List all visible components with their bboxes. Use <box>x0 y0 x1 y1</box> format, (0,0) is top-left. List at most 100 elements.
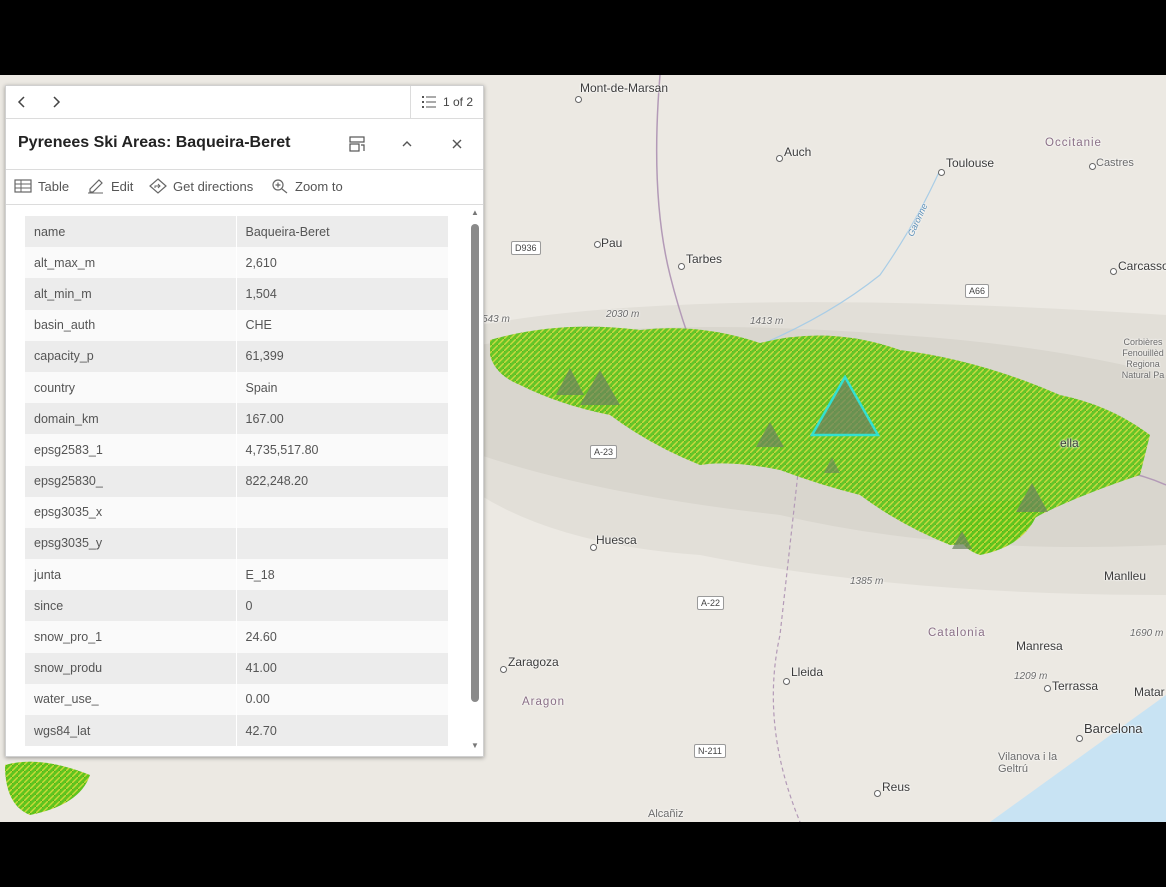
place-label: Zaragoza <box>508 655 559 669</box>
attribute-table-container: name Baqueira-Beret alt_max_m 2,610 alt_min_… <box>25 216 448 751</box>
attribute-row: alt_max_m 2,610 <box>25 247 448 279</box>
attribute-value: 42.70 <box>236 715 448 747</box>
table-icon <box>14 179 32 193</box>
get-directions-label: Get directions <box>173 178 254 194</box>
place-label: Vilanova i la Geltrú <box>998 751 1058 775</box>
close-icon <box>452 139 462 149</box>
edit-action-label: Edit <box>111 178 134 194</box>
attribute-key: water_use_ <box>25 683 237 715</box>
attribute-value: 2,610 <box>236 247 448 279</box>
attribute-row: capacity_p 61,399 <box>25 340 448 372</box>
feature-menu-button[interactable]: 1 of 2 <box>410 86 483 118</box>
city-dot <box>500 666 507 673</box>
attribute-key: snow_pro_1 <box>25 621 237 653</box>
zoom-to-action[interactable]: Zoom to <box>271 178 343 194</box>
region-label: Catalonia <box>928 627 986 639</box>
place-label: Manlleu <box>1104 569 1147 583</box>
popup-header: Pyrenees Ski Areas: Baqueira-Beret <box>6 119 483 170</box>
place-label: Castres <box>1096 157 1134 169</box>
scroll-down-arrow[interactable]: ▼ <box>470 741 480 750</box>
attribute-row: since 0 <box>25 590 448 622</box>
attribute-key: basin_auth <box>25 309 237 341</box>
city-dot <box>776 155 783 162</box>
attribute-key: junta <box>25 559 237 591</box>
road-shield: N-211 <box>694 744 726 758</box>
city-dot <box>1089 163 1096 170</box>
attribute-key: name <box>25 216 237 248</box>
attribute-key: wgs84_lat <box>25 715 237 747</box>
attribute-value: 24.60 <box>236 621 448 653</box>
attribute-key: epsg2583_1 <box>25 434 237 466</box>
road-shield: A-23 <box>590 445 618 459</box>
attribute-value: 0.00 <box>236 683 448 715</box>
popup-nav-bar: 1 of 2 <box>6 86 483 119</box>
city-dot <box>594 241 601 248</box>
attribute-value: 167.00 <box>236 403 448 435</box>
next-feature-button[interactable] <box>46 92 66 112</box>
feature-popup: 1 of 2 Pyrenees Ski Areas: Baqueira-Bere… <box>5 85 484 757</box>
road-shield: A66 <box>965 284 990 298</box>
attribute-value: 0 <box>236 590 448 622</box>
popup-actions: Table Edit Get directions Zoom to <box>6 170 483 205</box>
attribute-row: water_use_ 0.00 <box>25 683 448 715</box>
elevation-label: 2030 m <box>606 309 640 320</box>
edit-icon <box>88 179 103 194</box>
attribute-row: domain_km 167.00 <box>25 403 448 435</box>
place-label: Matar <box>1134 685 1165 699</box>
attribute-row: junta E_18 <box>25 559 448 591</box>
scrollbar-thumb[interactable] <box>471 224 479 702</box>
attribute-value: 822,248.20 <box>236 465 448 497</box>
place-label: Mont-de-Marsan <box>580 81 669 95</box>
attribute-row: snow_produ 41.00 <box>25 652 448 684</box>
attribute-row: alt_min_m 1,504 <box>25 278 448 310</box>
zoom-in-icon <box>272 179 288 194</box>
attribute-row: epsg3035_x <box>25 496 448 528</box>
scroll-up-arrow[interactable]: ▲ <box>470 208 480 217</box>
attribute-key: epsg3035_y <box>25 527 237 560</box>
attribute-key: capacity_p <box>25 340 237 372</box>
place-label: Auch <box>784 145 812 159</box>
elevation-label: 1385 m <box>850 576 884 587</box>
attribute-key: domain_km <box>25 403 237 435</box>
attribute-row: wgs84_lat 42.70 <box>25 715 448 747</box>
city-dot <box>1044 685 1051 692</box>
chevron-up-icon <box>402 141 412 147</box>
place-label: Barcelona <box>1084 721 1143 736</box>
get-directions-action[interactable]: Get directions <box>149 178 253 194</box>
elevation-label: 1690 m <box>1130 628 1164 639</box>
table-action[interactable]: Table <box>14 178 69 194</box>
attribute-row: name Baqueira-Beret <box>25 216 448 248</box>
park-label: Corbières Fenouillèd Regiona Natural Pa <box>1121 337 1165 380</box>
road-shield: D936 <box>511 241 541 255</box>
attribute-key: epsg3035_x <box>25 496 237 528</box>
attribute-row: epsg3035_y <box>25 527 448 560</box>
place-label: ella <box>1060 436 1079 450</box>
attribute-value: 4,735,517.80 <box>236 434 448 466</box>
attribute-key: alt_max_m <box>25 247 237 279</box>
close-button[interactable] <box>446 133 468 155</box>
city-dot <box>783 678 790 685</box>
previous-feature-button[interactable] <box>12 92 32 112</box>
collapse-button[interactable] <box>396 133 418 155</box>
attribute-row: epsg2583_1 4,735,517.80 <box>25 434 448 466</box>
city-dot <box>575 96 582 103</box>
attribute-value: 1,504 <box>236 278 448 310</box>
attribute-row: snow_pro_1 24.60 <box>25 621 448 653</box>
place-label: Lleida <box>791 665 824 679</box>
city-dot <box>1110 268 1117 275</box>
place-label: Manresa <box>1016 639 1063 653</box>
attribute-key: country <box>25 371 237 404</box>
table-action-label: Table <box>38 178 70 194</box>
place-label: Pau <box>601 236 623 250</box>
place-label: Toulouse <box>946 156 995 170</box>
attribute-table: name Baqueira-Beret alt_max_m 2,610 alt_min_… <box>25 216 448 747</box>
zoom-to-label: Zoom to <box>295 178 343 194</box>
attribute-row: basin_auth CHE <box>25 309 448 341</box>
attribute-value: 61,399 <box>236 340 448 372</box>
edit-action[interactable]: Edit <box>87 178 133 194</box>
city-dot <box>938 169 945 176</box>
place-label: Carcasso <box>1118 259 1166 273</box>
place-label: Terrassa <box>1052 679 1099 693</box>
dock-icon <box>349 136 365 152</box>
dock-button[interactable] <box>346 133 368 155</box>
